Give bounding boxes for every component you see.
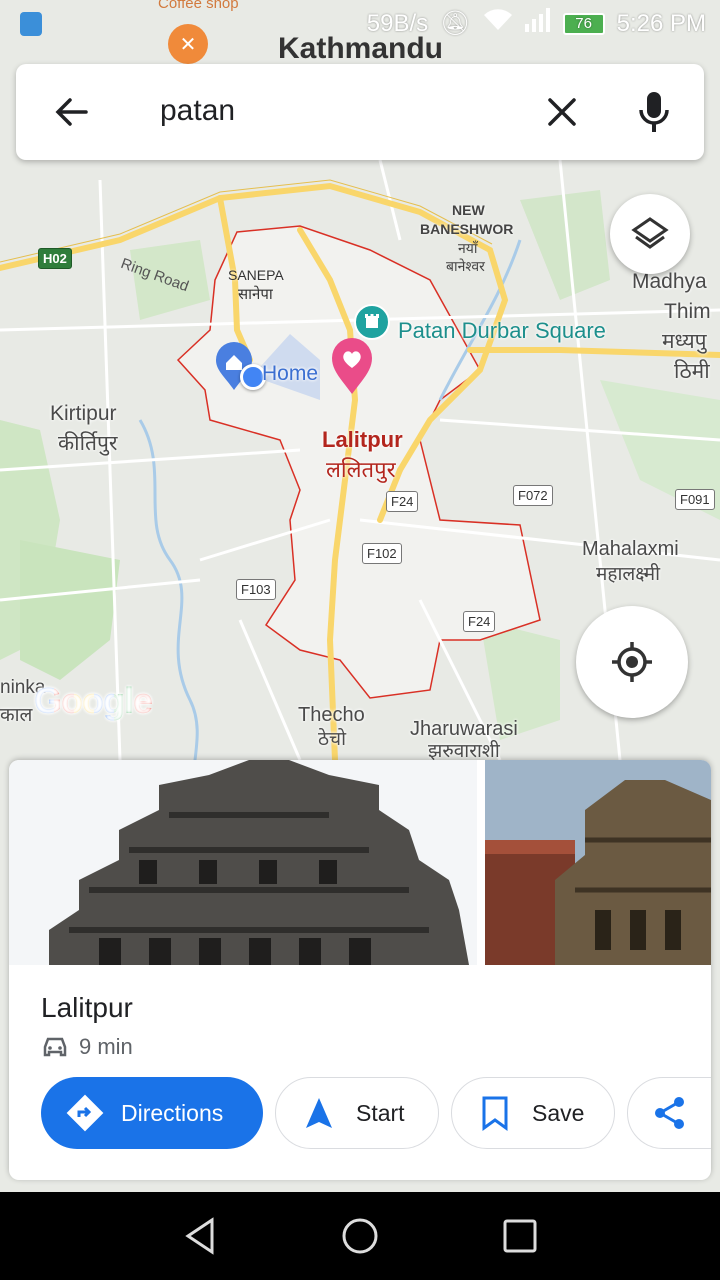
new-baneshwor-label: NEW xyxy=(452,202,485,218)
mahalaxmi-label: Mahalaxmi xyxy=(582,538,679,560)
back-arrow-icon[interactable] xyxy=(50,90,94,134)
patan-durbar-square-label[interactable]: Patan Durbar Square xyxy=(398,318,606,343)
start-button[interactable]: Start xyxy=(275,1077,439,1149)
mahalaxmi-np-label: महालक्ष्मी xyxy=(596,564,660,585)
search-input[interactable]: patan xyxy=(160,94,235,128)
my-location-button[interactable] xyxy=(576,606,688,718)
close-icon[interactable] xyxy=(540,90,584,134)
directions-icon xyxy=(66,1094,104,1132)
place-photo-2[interactable] xyxy=(485,760,711,965)
signal-icon xyxy=(524,8,551,39)
search-bar[interactable]: patan xyxy=(16,64,704,160)
place-card[interactable]: Lalitpur 9 min Directions Start Save xyxy=(9,760,711,1180)
patan-durbar-square-icon[interactable] xyxy=(354,304,390,340)
madhya-np-label: मध्यपु xyxy=(662,330,707,353)
f24-shield-south: F24 xyxy=(463,611,496,632)
f091-shield: F091 xyxy=(675,489,715,510)
recents-nav-icon[interactable] xyxy=(500,1216,540,1261)
share-icon xyxy=(655,1097,684,1129)
wifi-icon xyxy=(483,8,513,39)
baneshwor-label: BANESHWOR xyxy=(420,221,514,237)
kirtipur-label: Kirtipur xyxy=(50,402,117,425)
directions-label: Directions xyxy=(121,1099,224,1126)
drive-time: 9 min xyxy=(41,1034,133,1060)
h02-shield: H02 xyxy=(38,248,72,269)
thecho-np-label: ठेचो xyxy=(318,729,347,750)
sanepa-np-label: सानेपा xyxy=(238,286,273,303)
left-edge-np-label: काल xyxy=(0,705,33,726)
place-title: Lalitpur xyxy=(41,992,133,1023)
clock: 5:26 PM xyxy=(616,9,706,37)
layers-button[interactable] xyxy=(610,194,690,274)
car-icon xyxy=(43,1037,67,1057)
new-baneshwor-np-label: नयाँ xyxy=(458,240,478,256)
thimi-np-label: ठिमी xyxy=(674,360,710,383)
drive-time-value: 9 min xyxy=(79,1034,133,1059)
start-label: Start xyxy=(356,1099,405,1126)
home-nav-icon[interactable] xyxy=(340,1216,380,1261)
save-label: Save xyxy=(532,1099,585,1126)
layers-icon xyxy=(631,217,669,249)
place-photo-1[interactable] xyxy=(9,760,477,965)
microphone-icon[interactable] xyxy=(632,88,676,136)
crosshair-icon xyxy=(612,642,652,682)
directions-button[interactable]: Directions xyxy=(41,1077,263,1149)
home-label[interactable]: Home xyxy=(262,362,318,385)
system-nav-bar xyxy=(0,1192,720,1280)
f24-shield-north: F24 xyxy=(386,491,419,512)
battery-icon: 76 xyxy=(562,12,605,35)
lalitpur-np-label: ललितपुर xyxy=(326,457,396,482)
net-speed: 59B/s xyxy=(366,9,429,37)
thecho-label: Thecho xyxy=(298,704,365,726)
kirtipur-np-label: कीर्तिपुर xyxy=(58,432,118,455)
navigation-arrow-icon xyxy=(306,1098,332,1128)
back-nav-icon[interactable] xyxy=(180,1216,220,1261)
save-button[interactable]: Save xyxy=(451,1077,615,1149)
bookmark-icon xyxy=(482,1096,508,1131)
usb-notification-icon xyxy=(20,12,42,36)
share-button[interactable] xyxy=(627,1077,711,1149)
f103-shield: F103 xyxy=(236,579,276,600)
jharuwarasi-label: Jharuwarasi xyxy=(410,718,518,740)
selected-place-pin-icon[interactable] xyxy=(330,336,374,401)
f102-shield: F102 xyxy=(362,543,402,564)
sanepa-label: SANEPA xyxy=(228,267,284,283)
status-bar: 59B/s 🔕︎ 76 5:26 PM xyxy=(0,0,720,48)
mute-icon: 🔕︎ xyxy=(440,10,471,37)
lalitpur-label: Lalitpur xyxy=(322,427,403,452)
f072-shield: F072 xyxy=(513,485,553,506)
thimi-label: Thim xyxy=(664,300,711,323)
baneshwor-np-label: बानेश्वर xyxy=(446,258,485,274)
google-logo: Google xyxy=(34,680,153,721)
